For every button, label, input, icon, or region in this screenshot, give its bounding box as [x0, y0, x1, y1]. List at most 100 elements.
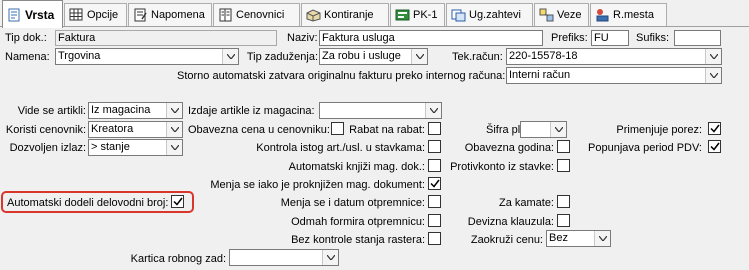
devizna-klauzula-checkbox[interactable] — [557, 214, 570, 227]
checkmark-icon — [430, 179, 440, 188]
tab-pk1[interactable]: PK-1 — [390, 3, 445, 26]
primenjuje-porez-checkbox[interactable] — [708, 122, 721, 135]
tek-racun-select[interactable]: 220-15578-18 — [506, 48, 722, 65]
obavezna-cena-label: Obavezna cena u cenovniku: — [188, 124, 330, 136]
workplace-icon — [595, 8, 610, 22]
naziv-label: Naziv: — [287, 32, 318, 44]
chevron-down-icon[interactable] — [705, 68, 721, 83]
chevron-down-icon[interactable] — [425, 103, 441, 118]
tip-dok-label: Tip dok.: — [5, 32, 47, 44]
tab-r-mesta[interactable]: R.mesta — [590, 3, 667, 26]
links-icon — [539, 8, 554, 22]
storno-value: Interni račun — [509, 69, 571, 81]
tab-napomena[interactable]: Napomena — [128, 3, 212, 26]
chevron-down-icon[interactable] — [222, 49, 238, 64]
naziv-input[interactable]: Faktura usluga — [319, 30, 543, 46]
dozvoljen-izlaz-select[interactable]: > stanje — [88, 139, 183, 156]
tab-label: Cenovnici — [236, 9, 285, 21]
menja-se-iako-label: Menja se iako je proknjižen mag. dokumen… — [210, 179, 425, 191]
chevron-down-icon[interactable] — [705, 49, 721, 64]
document-icon — [7, 8, 22, 22]
menja-se-datum-label: Menja se i datum otpremnice: — [280, 197, 425, 209]
sifra-pl-select[interactable] — [520, 121, 567, 138]
kartica-robnog-select[interactable] — [229, 249, 339, 266]
kontrola-istog-checkbox[interactable] — [428, 140, 441, 153]
rabat-na-rabat-checkbox[interactable] — [428, 122, 441, 135]
zaokruzi-cenu-label: Zaokruži cenu: — [470, 234, 543, 246]
zaokruzi-cenu-value: Bez — [549, 232, 568, 244]
chevron-down-icon[interactable] — [166, 122, 182, 137]
contract-icon — [451, 8, 466, 22]
koristi-cenovnik-select[interactable]: Kreatora — [88, 121, 183, 138]
tab-cenovnici[interactable]: Cenovnici — [213, 3, 300, 26]
automatski-dodeli-checkbox[interactable] — [171, 195, 184, 208]
kartica-robnog-label: Kartica robnog zad: — [130, 253, 226, 265]
tab-kontiranje[interactable]: Kontiranje — [301, 3, 389, 26]
sufiks-input[interactable] — [674, 30, 721, 46]
dozvoljen-izlaz-label: Dozvoljen izlaz: — [9, 142, 86, 154]
chevron-down-icon[interactable] — [550, 122, 566, 137]
tek-racun-value: 220-15578-18 — [509, 50, 578, 62]
menja-se-iako-checkbox[interactable] — [428, 177, 441, 190]
database-icon — [395, 8, 410, 22]
storno-label: Storno automatski zatvara originalnu fak… — [177, 70, 506, 82]
chevron-down-icon[interactable] — [411, 49, 427, 64]
menja-se-datum-checkbox[interactable] — [428, 195, 441, 208]
chevron-down-icon[interactable] — [166, 103, 182, 118]
book-icon — [218, 8, 233, 22]
vrsta-panel: Tip dok.: Faktura Naziv: Faktura usluga … — [0, 27, 749, 270]
tab-label: Vrsta — [25, 7, 55, 22]
koristi-cenovnik-value: Kreatora — [91, 123, 134, 135]
tab-ug-zahtevi[interactable]: Ug.zahtevi — [446, 3, 533, 26]
namena-label: Namena: — [5, 51, 50, 63]
chevron-down-icon[interactable] — [594, 231, 610, 246]
prefiks-label: Prefiks: — [551, 32, 588, 44]
zaokruzi-cenu-select[interactable]: Bez — [546, 230, 611, 247]
izdaje-artikle-select[interactable] — [319, 102, 442, 119]
tab-label: Veze — [557, 9, 582, 21]
odmah-formira-label: Odmah formira otpremnicu: — [291, 216, 425, 228]
tab-label: Napomena — [151, 9, 205, 21]
devizna-klauzula-label: Devizna klauzula: — [467, 216, 554, 228]
tek-racun-label: Tek.račun: — [452, 51, 503, 63]
tab-label: PK-1 — [413, 9, 438, 21]
automatski-dodeli-label: Automatski dodeli delovodni broj: — [7, 197, 169, 209]
tab-label: Opcije — [87, 9, 119, 21]
tip-zaduzenja-value: Za robu i usluge — [322, 50, 401, 62]
rabat-na-rabat-label: Rabat na rabat: — [349, 124, 425, 136]
chevron-down-icon[interactable] — [166, 140, 182, 155]
storno-select[interactable]: Interni račun — [506, 67, 722, 84]
namena-select[interactable]: Trgovina — [55, 48, 239, 65]
vide-se-artikli-label: Vide se artikli: — [17, 105, 86, 117]
tab-vrsta[interactable]: Vrsta — [2, 0, 63, 28]
popunjava-period-label: Popunjava period PDV: — [588, 142, 702, 154]
primenjuje-porez-label: Primenjuje porez: — [616, 124, 702, 136]
sufiks-label: Sufiks: — [636, 32, 670, 44]
tab-label: Kontiranje — [324, 9, 374, 21]
obavezna-cena-checkbox[interactable] — [331, 122, 344, 135]
prefiks-input[interactable]: FU — [591, 30, 629, 46]
popunjava-period-checkbox[interactable] — [708, 140, 721, 153]
obavezna-godina-label: Obavezna godina: — [464, 142, 554, 154]
chevron-down-icon[interactable] — [322, 250, 338, 265]
tip-zaduzenja-label: Tip zaduženja: — [246, 51, 318, 63]
ledger-icon — [306, 8, 321, 22]
za-kamate-checkbox[interactable] — [557, 195, 570, 208]
bez-kontrole-label: Bez kontrole stanja rastera: — [291, 234, 425, 246]
vide-se-artikli-value: Iz magacina — [91, 104, 151, 116]
tab-label: R.mesta — [613, 9, 654, 21]
tip-zaduzenja-select[interactable]: Za robu i usluge — [319, 48, 428, 65]
checkmark-icon — [710, 142, 720, 151]
protivkonto-label: Protivkonto iz stavke: — [450, 161, 554, 173]
tip-dok-field: Faktura — [55, 30, 277, 46]
za-kamate-label: Za kamate: — [498, 197, 554, 209]
obavezna-godina-checkbox[interactable] — [557, 140, 570, 153]
tab-opcije[interactable]: Opcije — [64, 3, 127, 26]
koristi-cenovnik-label: Koristi cenovnik: — [5, 124, 86, 136]
tab-label: Ug.zahtevi — [469, 9, 521, 21]
protivkonto-checkbox[interactable] — [557, 159, 570, 172]
tab-veze[interactable]: Veze — [534, 3, 589, 26]
automatski-knjizi-label: Automatski knjiži mag. dok.: — [288, 161, 425, 173]
notepad-icon — [133, 8, 148, 22]
vide-se-artikli-select[interactable]: Iz magacina — [88, 102, 183, 119]
